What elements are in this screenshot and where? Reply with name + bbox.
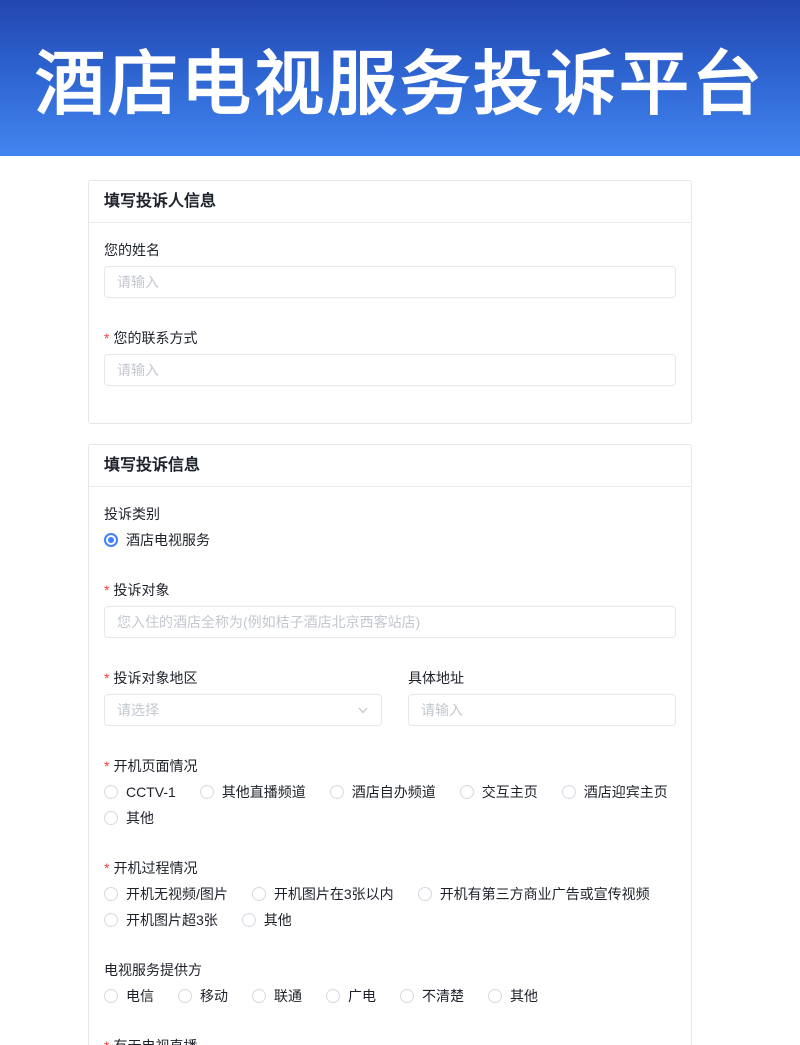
name-input[interactable] — [104, 266, 676, 298]
required-asterisk: * — [104, 1036, 109, 1045]
page-title: 酒店电视服务投诉平台 — [35, 28, 765, 129]
radio-option[interactable]: 电信 — [104, 986, 154, 1006]
radio-icon — [488, 989, 502, 1003]
field-boot-page: * 开机页面情况 CCTV-1 其他直播频道 酒店自办频道 交 — [104, 756, 676, 828]
complainant-card-title: 填写投诉人信息 — [89, 181, 691, 223]
field-contact: * 您的联系方式 — [104, 328, 676, 386]
radio-label: 广电 — [348, 986, 376, 1006]
radio-label: 开机图片在3张以内 — [274, 884, 394, 904]
radio-icon — [562, 785, 576, 799]
field-region-address: * 投诉对象地区 请选择 具体地址 — [104, 668, 676, 726]
field-target: * 投诉对象 — [104, 580, 676, 638]
region-select[interactable]: 请选择 — [104, 694, 382, 726]
radio-icon — [104, 811, 118, 825]
provider-label: 电视服务提供方 — [104, 960, 676, 980]
contact-input[interactable] — [104, 354, 676, 386]
region-column: * 投诉对象地区 请选择 — [104, 668, 382, 726]
radio-icon — [252, 989, 266, 1003]
address-column: 具体地址 — [408, 668, 676, 726]
radio-option[interactable]: 开机图片在3张以内 — [252, 884, 394, 904]
radio-label: CCTV-1 — [126, 782, 176, 802]
required-asterisk: * — [104, 858, 109, 878]
required-asterisk: * — [104, 580, 109, 600]
region-label: * 投诉对象地区 — [104, 668, 382, 688]
target-label: * 投诉对象 — [104, 580, 676, 600]
radio-label: 酒店迎宾主页 — [584, 782, 668, 802]
complainant-card: 填写投诉人信息 您的姓名 * 您的联系方式 — [88, 180, 692, 424]
field-name: 您的姓名 — [104, 240, 676, 298]
radio-label: 联通 — [274, 986, 302, 1006]
field-boot-process: * 开机过程情况 开机无视频/图片 开机图片在3张以内 开机有第三方商业广告或宣… — [104, 858, 676, 930]
radio-option[interactable]: 联通 — [252, 986, 302, 1006]
radio-option[interactable]: 不清楚 — [400, 986, 464, 1006]
radio-option[interactable]: 开机有第三方商业广告或宣传视频 — [418, 884, 650, 904]
radio-option[interactable]: 酒店自办频道 — [330, 782, 436, 802]
radio-icon — [200, 785, 214, 799]
radio-label: 开机有第三方商业广告或宣传视频 — [440, 884, 650, 904]
radio-icon — [104, 989, 118, 1003]
category-radio-group: 酒店电视服务 — [104, 530, 676, 550]
category-label: 投诉类别 — [104, 504, 676, 524]
radio-option[interactable]: 交互主页 — [460, 782, 538, 802]
radio-option[interactable]: CCTV-1 — [104, 782, 176, 802]
radio-option[interactable]: 酒店迎宾主页 — [562, 782, 668, 802]
address-label: 具体地址 — [408, 668, 676, 688]
radio-label: 酒店电视服务 — [126, 530, 210, 550]
name-label: 您的姓名 — [104, 240, 676, 260]
field-live-tv: * 有无电视直播 — [104, 1036, 676, 1045]
boot-process-label: * 开机过程情况 — [104, 858, 676, 878]
radio-label: 其他 — [264, 910, 292, 930]
chevron-down-icon — [357, 704, 369, 716]
target-input[interactable] — [104, 606, 676, 638]
radio-option[interactable]: 其他 — [242, 910, 292, 930]
radio-option[interactable]: 其他 — [104, 808, 154, 828]
radio-label: 其他 — [126, 808, 154, 828]
radio-icon — [330, 785, 344, 799]
radio-label: 开机无视频/图片 — [126, 884, 228, 904]
radio-icon — [252, 887, 266, 901]
radio-icon — [418, 887, 432, 901]
boot-process-radio-group: 开机无视频/图片 开机图片在3张以内 开机有第三方商业广告或宣传视频 开机图片超… — [104, 884, 676, 930]
radio-label: 电信 — [126, 986, 154, 1006]
page-banner: 酒店电视服务投诉平台 — [0, 0, 800, 156]
radio-label: 移动 — [200, 986, 228, 1006]
radio-icon — [460, 785, 474, 799]
radio-icon — [326, 989, 340, 1003]
radio-label: 酒店自办频道 — [352, 782, 436, 802]
radio-label: 其他 — [510, 986, 538, 1006]
required-asterisk: * — [104, 756, 109, 776]
radio-option[interactable]: 移动 — [178, 986, 228, 1006]
radio-icon — [400, 989, 414, 1003]
radio-option-hotel-tv[interactable]: 酒店电视服务 — [104, 530, 210, 550]
provider-radio-group: 电信 移动 联通 广电 不清楚 — [104, 986, 676, 1006]
radio-label: 开机图片超3张 — [126, 910, 218, 930]
radio-option[interactable]: 开机无视频/图片 — [104, 884, 228, 904]
boot-page-label: * 开机页面情况 — [104, 756, 676, 776]
required-asterisk: * — [104, 668, 109, 688]
radio-icon — [178, 989, 192, 1003]
radio-label: 不清楚 — [422, 986, 464, 1006]
complaint-card-title: 填写投诉信息 — [89, 445, 691, 487]
radio-option[interactable]: 广电 — [326, 986, 376, 1006]
contact-label: * 您的联系方式 — [104, 328, 676, 348]
complaint-card: 填写投诉信息 投诉类别 酒店电视服务 * 投诉对象 * — [88, 444, 692, 1045]
radio-selected-icon — [104, 533, 118, 547]
required-asterisk: * — [104, 328, 109, 348]
radio-icon — [242, 913, 256, 927]
radio-label: 交互主页 — [482, 782, 538, 802]
boot-page-radio-group: CCTV-1 其他直播频道 酒店自办频道 交互主页 酒店迎宾主页 — [104, 782, 676, 828]
region-select-placeholder: 请选择 — [117, 700, 159, 720]
field-category: 投诉类别 酒店电视服务 — [104, 504, 676, 550]
radio-icon — [104, 887, 118, 901]
radio-icon — [104, 913, 118, 927]
radio-icon — [104, 785, 118, 799]
radio-option[interactable]: 开机图片超3张 — [104, 910, 218, 930]
address-input[interactable] — [408, 694, 676, 726]
field-provider: 电视服务提供方 电信 移动 联通 广电 — [104, 960, 676, 1006]
radio-option[interactable]: 其他 — [488, 986, 538, 1006]
live-tv-label: * 有无电视直播 — [104, 1036, 676, 1045]
radio-option[interactable]: 其他直播频道 — [200, 782, 306, 802]
radio-label: 其他直播频道 — [222, 782, 306, 802]
